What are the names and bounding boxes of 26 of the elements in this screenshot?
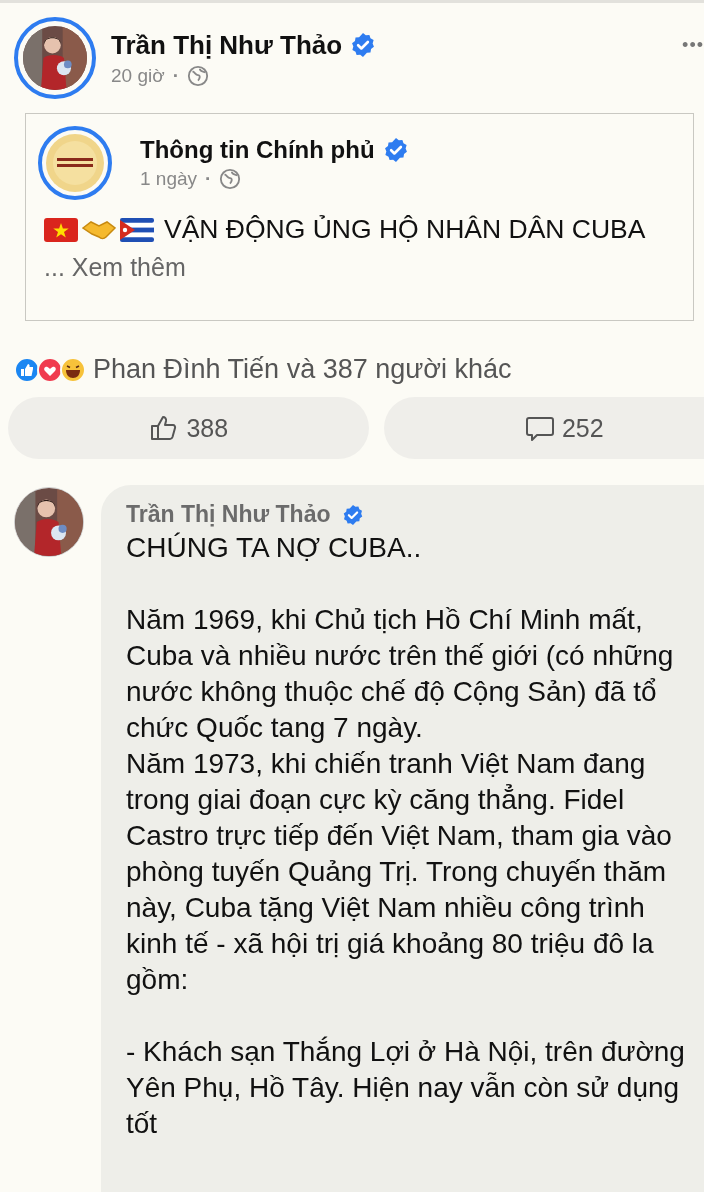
- commenter-name[interactable]: Trần Thị Như Thảo: [126, 501, 331, 528]
- separator-dot: ·: [172, 64, 179, 87]
- comment-text: Năm 1969, khi Chủ tịch Hồ Chí Minh mất, Cuba và nhiều nước trên thế giới (có những nước không thuộc chế độ Cộng Sản) đã tổ chức Quốc tang 7 ngày.: [126, 603, 675, 745]
- post-text: VẬN ĐỘNG ỦNG HỘ NHÂN DÂN CUBA: [164, 214, 646, 245]
- post-time: 1 ngày: [140, 168, 198, 190]
- vietnam-flag-icon: [44, 217, 78, 242]
- see-more-link[interactable]: ... Xem thêm: [44, 253, 186, 282]
- post-time: 20 giờ: [111, 64, 165, 87]
- comment-button[interactable]: 252: [383, 397, 704, 459]
- globe-icon: [219, 168, 242, 190]
- shared-post-card[interactable]: Thông tin Chính phủ 1 ngày · VẬN ĐỘNG ỦNG HỘ NHÂN DÂN CUBA ... Xem thêm: [25, 113, 694, 321]
- logo-icon: [46, 134, 104, 192]
- separator-dot: ·: [205, 168, 212, 190]
- comment-text: - Khách sạn Thắng Lợi ở Hà Nội, trên đường Yên Phụ, Hồ Tây. Hiện nay vẫn còn sử dụng tốt: [126, 1035, 686, 1141]
- heart-reaction-icon: [37, 356, 63, 383]
- author-name[interactable]: Trần Thị Như Thảo: [111, 29, 343, 61]
- like-reaction-icon: [14, 356, 40, 383]
- reaction-summary[interactable]: Phan Đình Tiến và 387 người khác: [93, 354, 512, 385]
- page-name[interactable]: Thông tin Chính phủ: [140, 136, 375, 164]
- laughing-reaction-icon: [60, 356, 86, 383]
- like-button[interactable]: 388: [8, 397, 369, 459]
- comment-text: CHÚNG TA NỢ CUBA..: [126, 531, 423, 565]
- cuba-flag-icon: [120, 217, 154, 242]
- globe-icon: [187, 64, 209, 87]
- more-options-button[interactable]: •••: [682, 34, 704, 56]
- comment-text: Năm 1973, khi chiến tranh Việt Nam đang trong giai đoạn cực kỳ căng thẳng. Fidel Castro trực tiếp đến Việt Nam, tham gia vào phòng tuyến Quảng Trị. Trong chuyến thăm này, Cuba tặng Việt Nam nhiều công trình kinh tế - xã hội trị giá khoảng 80 triệu đô la gồm:: [126, 747, 673, 997]
